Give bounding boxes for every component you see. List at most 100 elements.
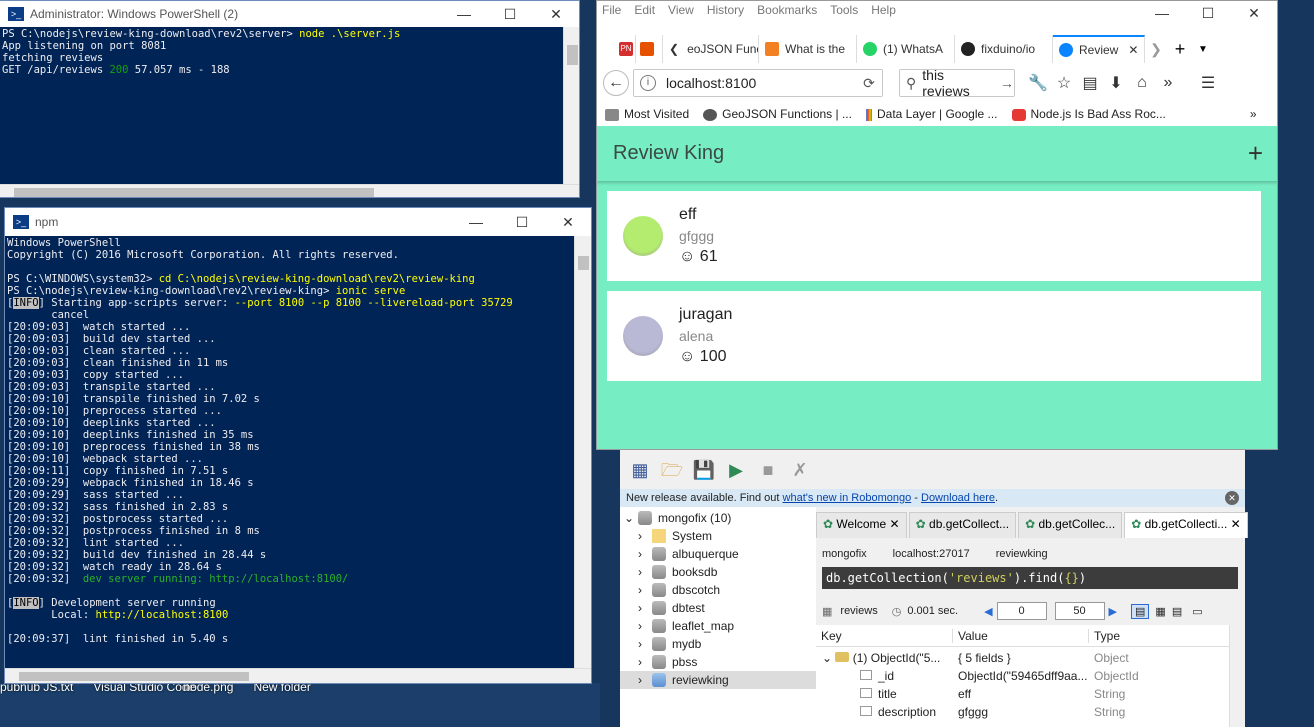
tab-query-active[interactable]: ✿ db.getCollecti... ✕ [1124, 512, 1248, 538]
download-icon[interactable]: ⬇ [1103, 73, 1129, 93]
col-key[interactable]: Key [816, 629, 952, 643]
prev-page-icon[interactable]: ◀ [984, 605, 992, 618]
tab-xampp[interactable] [636, 35, 663, 63]
npm-titlebar[interactable]: >_ npm — ☐ ✕ [5, 208, 591, 236]
query-editor[interactable]: db.getCollection('reviews').find({}) [822, 567, 1238, 589]
bookmarks-overflow-icon[interactable]: » [1250, 107, 1257, 121]
tab-stackoverflow[interactable]: What is the [759, 35, 857, 63]
tree-item-db[interactable]: › mydb [620, 635, 816, 653]
bookmark-data-layer[interactable]: Data Layer | Google ... [865, 107, 998, 121]
page-size-input[interactable]: 50 [1054, 602, 1105, 620]
add-review-icon[interactable]: + [1248, 138, 1263, 169]
close-notice-icon[interactable]: ✕ [1225, 491, 1239, 505]
info-icon[interactable]: i [640, 75, 656, 91]
search-bar[interactable]: ⚲ this reviews → [899, 67, 1015, 99]
tree-item-system[interactable]: › System [620, 527, 816, 545]
tree-item-db[interactable]: › reviewking [620, 671, 816, 689]
tab-pn[interactable]: PN [597, 35, 636, 63]
maximize-icon[interactable]: ☐ [487, 6, 533, 23]
minimize-icon[interactable]: — [441, 6, 487, 22]
tab-whatsapp[interactable]: (1) WhatsA [857, 35, 955, 63]
page-from-input[interactable]: 0 [996, 602, 1047, 620]
reload-icon[interactable]: ⟳ [856, 75, 882, 92]
horizontal-scrollbar[interactable] [0, 184, 579, 197]
powershell-titlebar[interactable]: >_ Administrator: Windows PowerShell (2)… [0, 1, 579, 27]
table-view-icon[interactable]: ▦ [1155, 605, 1165, 618]
save-icon[interactable]: 💾 [690, 458, 718, 482]
bookmark-geojson[interactable]: GeoJSON Functions | ... [703, 107, 852, 121]
text-view-icon[interactable]: ▤ [1172, 605, 1182, 618]
url-bar[interactable]: i localhost:8100 ⟳ [633, 69, 883, 97]
powershell-console[interactable]: PS C:\nodejs\review-king-download\rev2\s… [0, 27, 563, 184]
vertical-scrollbar[interactable] [574, 236, 591, 668]
back-icon[interactable]: ← [603, 70, 629, 96]
vertical-scrollbar[interactable] [563, 27, 579, 184]
tree-item-db[interactable]: › dbscotch [620, 581, 816, 599]
menu-bookmarks[interactable]: Bookmarks [757, 3, 817, 17]
tree-view-icon[interactable]: ▤ [1131, 603, 1150, 619]
menu-history[interactable]: History [707, 3, 744, 17]
new-tab-icon[interactable]: + [1167, 39, 1193, 60]
tab-list-icon[interactable]: ▼ [1193, 44, 1213, 55]
menu-view[interactable]: View [668, 3, 694, 17]
tab-github[interactable]: fixduino/io [955, 35, 1053, 63]
maximize-icon[interactable]: ☐ [1185, 1, 1231, 25]
tree-item-db[interactable]: › pbss [620, 653, 816, 671]
tab-query[interactable]: ✿ db.getCollect... [908, 512, 1017, 538]
table-row[interactable]: title eff String [816, 685, 1245, 703]
review-card[interactable]: juragan alena ☺ 100 [607, 291, 1261, 381]
close-tab-icon[interactable]: ✕ [1128, 43, 1138, 57]
col-type[interactable]: Type [1088, 628, 1228, 643]
chevron-left-icon[interactable]: ❮ [669, 42, 679, 56]
minimize-icon[interactable]: — [453, 214, 499, 230]
table-row[interactable]: description gfggg String [816, 703, 1245, 721]
download-link[interactable]: Download here [921, 492, 995, 504]
console-line: PS C:\nodejs\review-king-download\rev2\s… [2, 28, 401, 40]
close-icon[interactable]: ✕ [1231, 1, 1277, 25]
home-icon[interactable]: ⌂ [1129, 74, 1155, 92]
tab-welcome[interactable]: ✿ Welcome ✕ [816, 512, 907, 538]
close-icon[interactable]: ✕ [545, 214, 591, 231]
wrench-icon[interactable]: 🔧 [1025, 73, 1051, 93]
menu-file[interactable]: File [602, 3, 621, 17]
minimize-icon[interactable]: — [1139, 1, 1185, 25]
execute-icon[interactable]: ▶ [722, 458, 750, 482]
open-folder-icon[interactable]: 🗁 [658, 458, 686, 482]
tab-review-king[interactable]: Review ✕ [1053, 35, 1145, 63]
connect-icon[interactable]: ▦ [626, 458, 654, 482]
close-icon[interactable]: ✕ [533, 6, 579, 23]
menu-edit[interactable]: Edit [634, 3, 655, 17]
table-row[interactable]: _id ObjectId("59465dff9aa... ObjectId [816, 667, 1245, 685]
tree-item-db[interactable]: › dbtest [620, 599, 816, 617]
tab-geojson[interactable]: ❮ eoJSON Funct [663, 35, 759, 63]
menu-tools[interactable]: Tools [830, 3, 858, 17]
tree-item-db[interactable]: › booksdb [620, 563, 816, 581]
avatar [623, 216, 663, 256]
chevron-right-icon[interactable]: ❯ [1145, 41, 1167, 58]
tree-item-db[interactable]: › albuquerque [620, 545, 816, 563]
console-line: [20:09:10] preprocess finished in 38 ms [7, 441, 260, 453]
menu-help[interactable]: Help [871, 3, 896, 17]
maximize-result-icon[interactable]: ▭ [1192, 605, 1202, 618]
tree-root[interactable]: ⌄ mongofix (10) [620, 509, 816, 527]
arrow-right-icon[interactable]: → [1000, 75, 1014, 91]
hamburger-menu-icon[interactable]: ☰ [1195, 73, 1221, 93]
reading-list-icon[interactable]: ▤ [1077, 73, 1103, 93]
stop-icon[interactable]: ■ [754, 458, 782, 482]
review-card[interactable]: eff gfggg ☺ 61 [607, 191, 1261, 281]
star-icon[interactable]: ☆ [1051, 73, 1077, 93]
bookmark-nodejs[interactable]: Node.js Is Bad Ass Roc... [1011, 107, 1166, 121]
maximize-icon[interactable]: ☐ [499, 214, 545, 231]
tab-query[interactable]: ✿ db.getCollec... [1018, 512, 1123, 538]
col-value[interactable]: Value [952, 628, 1088, 643]
horizontal-scrollbar[interactable] [5, 668, 591, 683]
next-page-icon[interactable]: ▶ [1109, 605, 1117, 618]
table-row[interactable]: ⌄ (1) ObjectId("5... { 5 fields } Object [816, 649, 1245, 667]
npm-console[interactable]: Windows PowerShell Copyright (C) 2016 Mic… [5, 236, 574, 668]
cancel-icon[interactable]: ✗ [786, 458, 814, 482]
vertical-scrollbar[interactable] [1229, 625, 1245, 727]
overflow-icon[interactable]: » [1155, 74, 1181, 92]
whats-new-link[interactable]: what's new in Robomongo [783, 492, 912, 504]
bookmark-most-visited[interactable]: Most Visited [605, 107, 689, 121]
tree-item-db[interactable]: › leaflet_map [620, 617, 816, 635]
